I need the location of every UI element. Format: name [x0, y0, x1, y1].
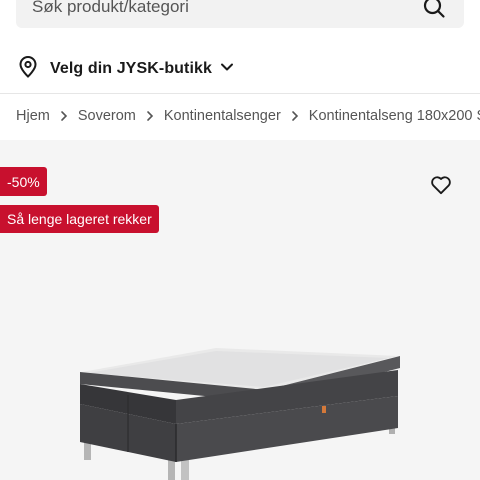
product-image[interactable] — [76, 338, 406, 480]
search-input[interactable] — [32, 0, 420, 17]
store-selector-label: Velg din JYSK-butikk — [50, 60, 213, 77]
breadcrumb-item-soverom[interactable]: Soverom — [78, 108, 136, 124]
chevron-right-icon — [146, 110, 154, 122]
search-bar — [16, 0, 464, 28]
breadcrumb-item-hjem[interactable]: Hjem — [16, 108, 50, 124]
stock-badge: Så lenge lageret rekker — [0, 205, 159, 233]
discount-badge: -50% — [0, 167, 47, 196]
chevron-right-icon — [291, 110, 299, 122]
search-icon[interactable] — [420, 0, 448, 21]
heart-icon[interactable] — [428, 172, 454, 198]
breadcrumb-item-current: Kontinentalseng 180x200 S — [308, 108, 480, 124]
header-divider — [0, 93, 480, 94]
breadcrumb-item-kontinentalsenger[interactable]: Kontinentalsenger — [164, 108, 281, 124]
store-selector[interactable]: Velg din JYSK-butikk — [18, 54, 234, 84]
chevron-down-icon — [220, 60, 234, 79]
breadcrumb: Hjem Soverom Kontinentalsenger Kontinent… — [16, 104, 480, 128]
map-pin-icon — [18, 55, 38, 83]
chevron-right-icon — [60, 110, 68, 122]
